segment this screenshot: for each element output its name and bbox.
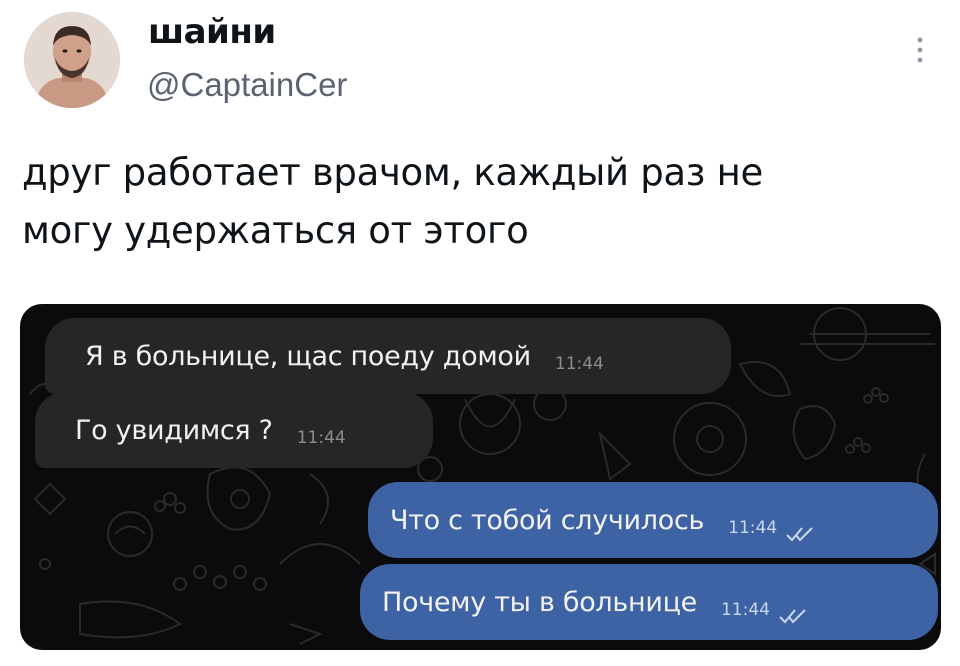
avatar[interactable] <box>24 12 120 108</box>
vertical-dots-icon[interactable] <box>910 30 930 70</box>
message-bubble-outgoing[interactable]: Почему ты в больнице 11:44 <box>360 564 938 640</box>
message-bubble-incoming[interactable]: Го увидимся ? 11:44 <box>35 392 433 468</box>
message-bubble-incoming[interactable]: Я в больнице, щас поеду домой 11:44 <box>45 318 731 394</box>
message-text: Го увидимся ? <box>75 414 273 446</box>
avatar-photo <box>24 12 120 108</box>
chat-screenshot: Я в больнице, щас поеду домой 11:44 Го у… <box>20 304 941 650</box>
message-text: Почему ты в больнице <box>382 586 697 618</box>
tweet-text-line: друг работает врачом, каждый раз не <box>22 151 763 194</box>
user-handle[interactable]: @CaptainCer <box>147 66 347 104</box>
tweet-text-line: могу удержаться от этого <box>22 209 529 252</box>
tweet-text: друг работает врачом, каждый раз не могу… <box>22 144 922 260</box>
message-text: Я в больнице, щас поеду домой <box>85 340 531 372</box>
double-check-icon <box>785 519 815 542</box>
display-name[interactable]: шайни <box>148 12 276 52</box>
message-time: 11:44 <box>720 600 770 620</box>
double-check-icon <box>778 601 808 624</box>
message-time: 11:44 <box>554 354 604 374</box>
message-bubble-outgoing[interactable]: Что с тобой случилось 11:44 <box>368 482 938 558</box>
message-time: 11:44 <box>296 428 346 448</box>
message-text: Что с тобой случилось <box>390 504 705 536</box>
message-time: 11:44 <box>728 518 778 538</box>
